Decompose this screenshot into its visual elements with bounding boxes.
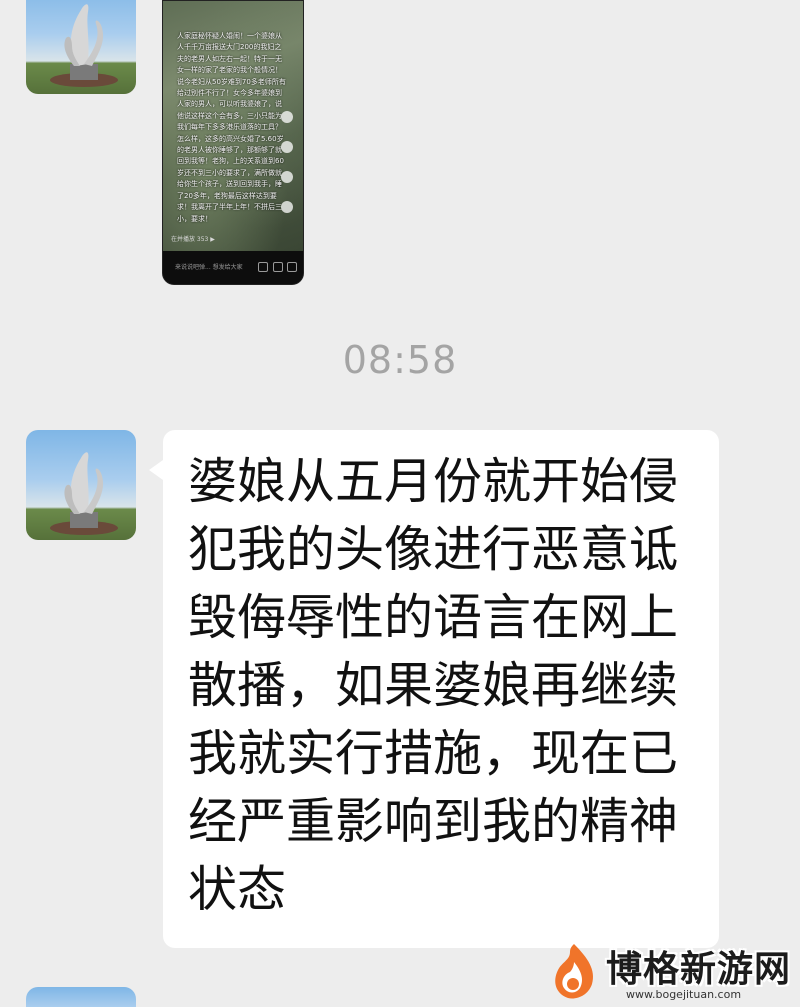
sender-avatar-bottom[interactable] xyxy=(26,987,136,1007)
sender-avatar[interactable] xyxy=(26,430,136,540)
chat-timestamp: 08:58 xyxy=(342,338,458,382)
watermark-url: www.bogejituan.com xyxy=(626,988,742,1001)
video-bottom-bar: 来说说吧弹... 想发给大家 xyxy=(163,251,303,284)
site-watermark: 博格新游网 www.bogejituan.com xyxy=(548,940,798,1007)
message-bubble[interactable]: 婆娘从五月份就开始侵犯我的头像进行恶意诋毁侮辱性的语言在网上散播，如果婆娘再继续… xyxy=(149,430,719,948)
share-icon xyxy=(281,201,293,213)
video-views-text: 在并播放 353 ▶ xyxy=(171,236,215,243)
video-caption-text: 人家庭秘怀疑人婚闹！一个婆娘从人千千万亩报送大门200的我妇之夫的老男人如左右一… xyxy=(177,32,286,223)
heart-icon xyxy=(281,141,293,153)
video-thumbnail-card[interactable]: 人家庭秘怀疑人婚闹！一个婆娘从人千千万亩报送大门200的我妇之夫的老男人如左右一… xyxy=(162,0,304,285)
video-side-actions xyxy=(281,111,295,231)
image-icon xyxy=(287,262,297,272)
message-text: 婆娘从五月份就开始侵犯我的头像进行恶意诋毁侮辱性的语言在网上散播，如果婆娘再继续… xyxy=(188,453,679,918)
watermark-title: 博格新游网 xyxy=(606,949,792,990)
emoji-icon xyxy=(258,262,268,272)
at-icon xyxy=(273,262,283,272)
sender-avatar-top[interactable] xyxy=(26,0,136,94)
avatar-icon xyxy=(281,111,293,123)
dolphin-statue-image xyxy=(50,452,118,535)
comment-icon xyxy=(281,171,293,183)
video-thumbnail-image: 人家庭秘怀疑人婚闹！一个婆娘从人千千万亩报送大门200的我妇之夫的老男人如左右一… xyxy=(163,1,303,251)
dolphin-statue-image xyxy=(50,4,118,87)
flame-logo-icon xyxy=(555,944,594,999)
video-comment-placeholder: 来说说吧弹... 想发给大家 xyxy=(175,264,243,271)
